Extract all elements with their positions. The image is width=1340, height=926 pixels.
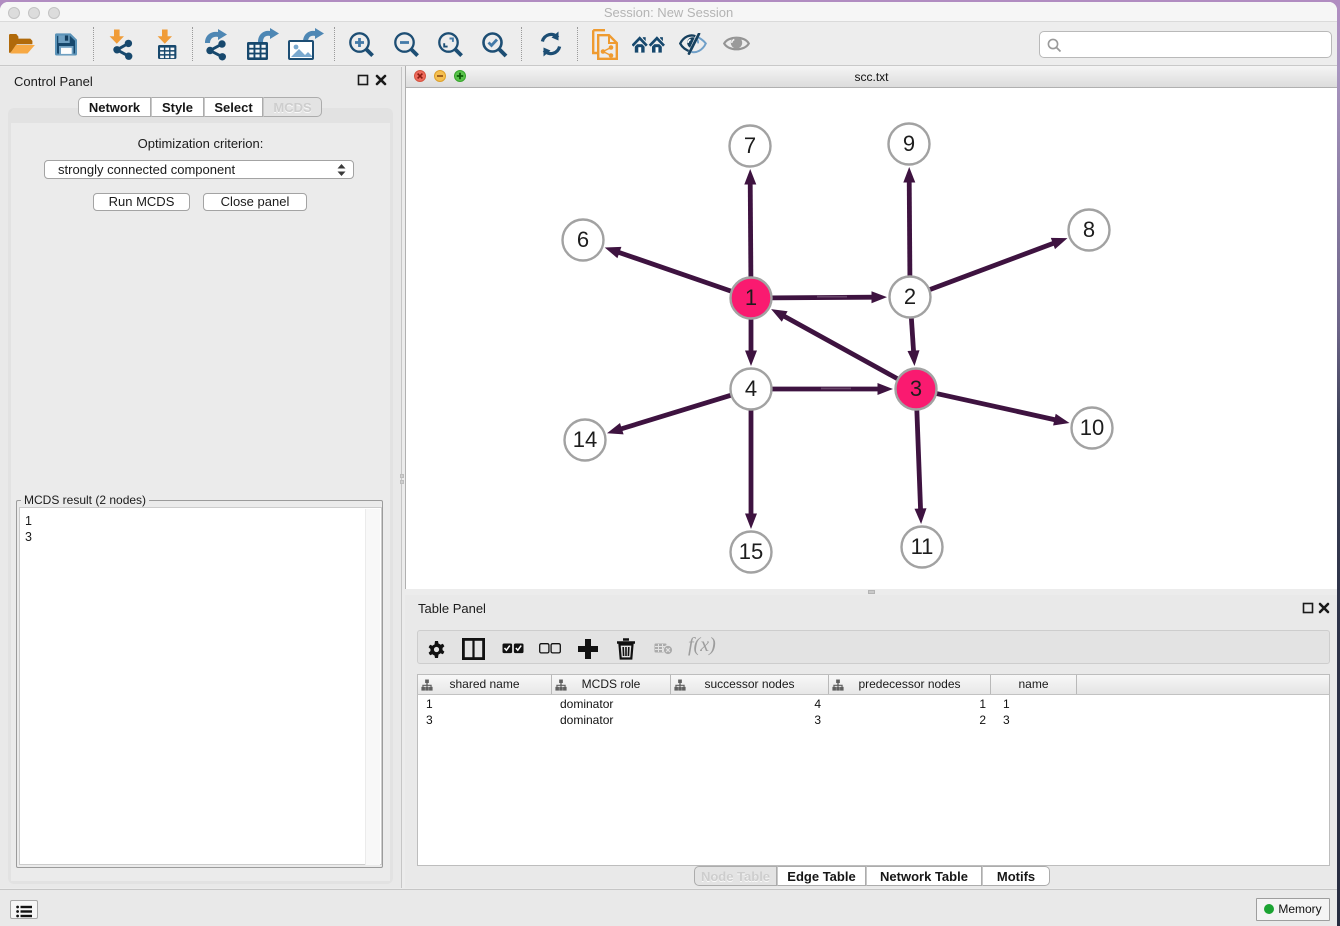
svg-text:14: 14 — [573, 427, 597, 452]
svg-text:6: 6 — [577, 227, 589, 252]
svg-text:15: 15 — [739, 539, 763, 564]
svg-text:8: 8 — [1083, 217, 1095, 242]
svg-text:9: 9 — [903, 131, 915, 156]
svg-text:11: 11 — [911, 534, 934, 559]
svg-text:4: 4 — [745, 376, 757, 401]
svg-text:7: 7 — [744, 133, 756, 158]
svg-text:3: 3 — [910, 376, 922, 401]
svg-text:1: 1 — [745, 285, 757, 310]
svg-text:10: 10 — [1080, 415, 1104, 440]
svg-text:2: 2 — [904, 284, 916, 309]
